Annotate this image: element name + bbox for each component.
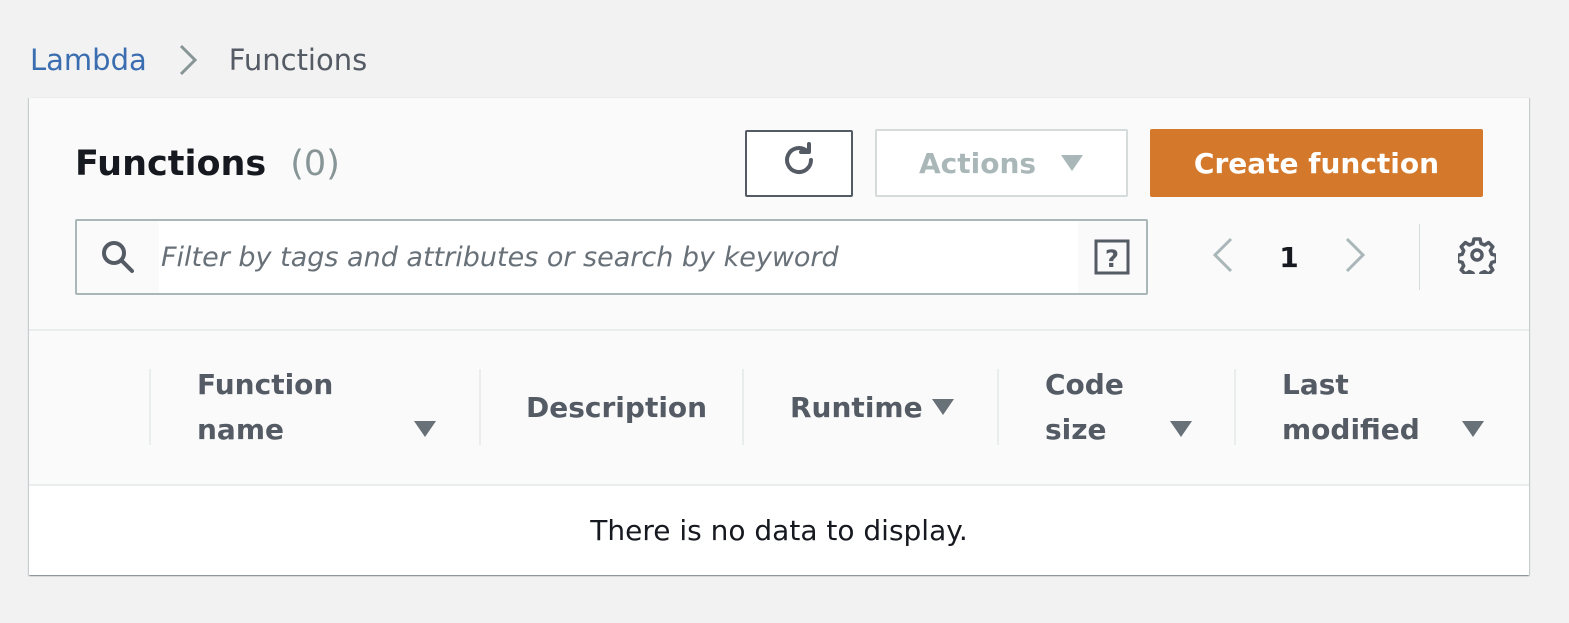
- create-function-button[interactable]: Create function: [1150, 129, 1483, 197]
- svg-text:?: ?: [1105, 245, 1119, 273]
- actions-dropdown[interactable]: Actions: [875, 129, 1128, 197]
- column-header-label: Last modified: [1282, 362, 1420, 452]
- search-input[interactable]: [159, 221, 1078, 293]
- column-separator: [149, 369, 151, 445]
- breadcrumb: Lambda Functions: [30, 40, 367, 80]
- caret-down-icon: [1060, 154, 1084, 172]
- column-header-label: Function name: [197, 362, 333, 452]
- search-box: ?: [75, 219, 1148, 295]
- sort-caret-icon: [1169, 420, 1193, 438]
- page-number[interactable]: 1: [1247, 241, 1331, 274]
- column-header-label: Code size: [1045, 362, 1124, 452]
- panel-title-text: Functions: [75, 144, 267, 184]
- column-separator: [1234, 369, 1236, 445]
- actions-label: Actions: [918, 146, 1037, 180]
- column-header-line: modified: [1282, 413, 1420, 446]
- next-page-button[interactable]: [1331, 237, 1379, 277]
- prev-page-button[interactable]: [1199, 237, 1247, 277]
- column-header-line: Code: [1045, 368, 1124, 401]
- column-header-description[interactable]: Description: [526, 369, 726, 445]
- chevron-right-icon: [1343, 237, 1367, 277]
- column-header-line: Function: [197, 368, 334, 401]
- column-separator: [742, 369, 744, 445]
- refresh-button[interactable]: [745, 130, 853, 197]
- column-header-runtime[interactable]: Runtime: [790, 369, 990, 445]
- pagination-divider: [1419, 224, 1420, 290]
- settings-button[interactable]: [1455, 236, 1499, 280]
- column-header-function-name[interactable]: Function name: [197, 368, 437, 446]
- column-header-line: Last: [1282, 368, 1349, 401]
- functions-count: (0): [290, 144, 340, 184]
- chevron-right-icon: [147, 43, 229, 77]
- help-icon[interactable]: ?: [1078, 221, 1146, 293]
- sort-caret-icon: [413, 420, 437, 438]
- breadcrumb-current: Functions: [228, 43, 368, 77]
- column-header-code-size[interactable]: Code size: [1045, 368, 1205, 446]
- refresh-icon: [779, 140, 819, 187]
- column-header-line: name: [197, 413, 284, 446]
- table-body: There is no data to display.: [29, 486, 1529, 575]
- breadcrumb-link-lambda[interactable]: Lambda: [30, 43, 147, 77]
- column-separator: [479, 369, 481, 445]
- column-header-line: size: [1045, 413, 1107, 446]
- page-title: Functions (0): [75, 142, 340, 186]
- column-header-last-modified[interactable]: Last modified: [1282, 368, 1492, 446]
- search-icon: [77, 221, 159, 293]
- pagination: 1: [1199, 219, 1499, 295]
- chevron-left-icon: [1211, 237, 1235, 277]
- empty-state-message: There is no data to display.: [590, 514, 968, 547]
- column-header-line: Runtime: [790, 390, 923, 424]
- gear-icon: [1455, 236, 1499, 280]
- sort-caret-icon: [1461, 420, 1485, 438]
- functions-panel: Functions (0) Actions Create function Fi…: [29, 97, 1529, 575]
- column-separator: [997, 369, 999, 445]
- sort-caret-icon: [931, 398, 955, 416]
- table-header: Function name Description Runtime Code s…: [29, 331, 1529, 484]
- column-header-line: Description: [526, 390, 708, 424]
